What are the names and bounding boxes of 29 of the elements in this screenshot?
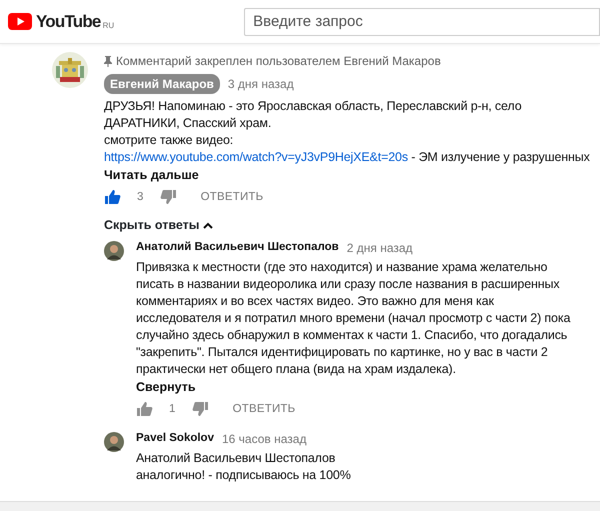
pin-icon [104, 56, 112, 66]
search-field[interactable]: Введите запрос [244, 8, 600, 36]
like-count: 3 [137, 190, 144, 205]
avatar-icon [104, 432, 124, 452]
comment-time[interactable]: 3 дня назад [228, 75, 294, 93]
region-label: RU [102, 20, 114, 32]
author-name[interactable]: Евгений Макаров [104, 74, 220, 94]
comment-time[interactable]: 16 часов назад [222, 430, 306, 448]
comment-time[interactable]: 2 дня назад [346, 238, 413, 257]
video-link[interactable]: https://www.youtube.com/watch?v=yJ3vP9HejXE&t=20s [104, 150, 408, 164]
comment-text: Анатолий Васильевич Шестопалов аналогично! - подписываюсь на 100% [136, 450, 351, 484]
youtube-logo-icon[interactable] [8, 13, 32, 30]
reply-button[interactable]: ОТВЕТИТЬ [200, 188, 264, 206]
like-icon[interactable] [104, 189, 121, 206]
comment-text: ДРУЗЬЯ! Напоминаю - это Ярославская область, Переславский р-н, село ДАРАТНИКИ, Спасский храм. смотрите также видео: https://www.youtube.com/watch?v=yJ3vP9HejXE&t=20s - ЭМ излучение у разрушенных [104, 98, 590, 166]
reply-button[interactable]: ОТВЕТИТЬ [232, 400, 296, 418]
dislike-icon[interactable] [160, 189, 177, 206]
comment-text: Привязка к местности (где это находится) и название храма желательно писать в названии видеоролика или сразу после названия в расширенных комментариях и во всех частях видео. Это важно для меня как исследователя и я потратил много времени (начал просмотр с части 2) пока случайно здесь обнаружил в комментах к части 1. Спасибо, что догадались "закрепить". Пытался идентифицировать по картинке, но у вас в части 2 практически нет общего плана (вида на храм издалека). [136, 258, 570, 378]
logo-text[interactable]: YouTube [36, 13, 101, 30]
author-name[interactable]: Pavel Sokolov [136, 430, 214, 448]
avatar-icon [104, 240, 124, 261]
show-less-link[interactable]: Свернуть [136, 378, 570, 396]
pinned-note: Комментарий закреплен пользователем Евгений Макаров [116, 53, 441, 70]
hide-replies-button[interactable]: Скрыть ответы [104, 216, 214, 235]
like-count: 1 [169, 402, 176, 416]
read-more-link[interactable]: Читать дальше [104, 166, 590, 185]
like-icon[interactable] [136, 401, 153, 418]
dislike-icon[interactable] [192, 401, 209, 418]
author-name[interactable]: Анатолий Васильевич Шестопалов [136, 239, 339, 256]
